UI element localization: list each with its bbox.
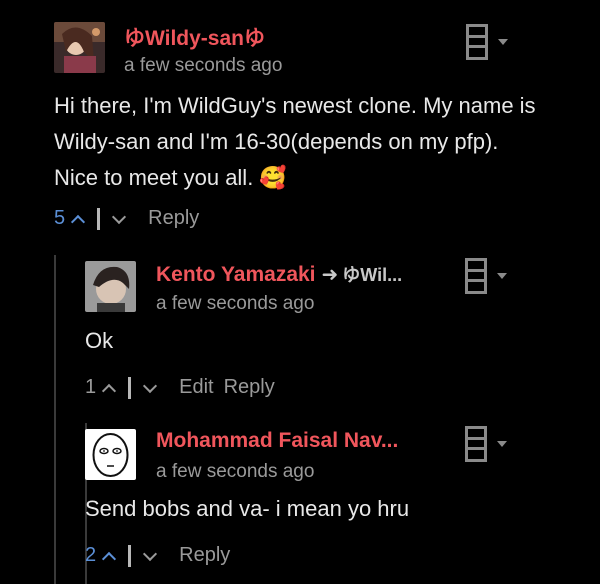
- comment-text: Ok: [85, 328, 114, 353]
- upvote-icon[interactable]: [71, 214, 86, 229]
- comment-timestamp: a few seconds ago: [124, 55, 283, 76]
- upvote-icon[interactable]: [102, 551, 117, 566]
- avatar[interactable]: [85, 429, 136, 480]
- vote-count: 5: [54, 207, 66, 229]
- downvote-icon[interactable]: [112, 209, 127, 224]
- avatar[interactable]: [54, 22, 105, 73]
- reply-target[interactable]: ゆWil...: [342, 265, 402, 285]
- vote-divider: [128, 376, 132, 399]
- reply-arrow-icon: ➜: [321, 264, 339, 286]
- upvote-icon[interactable]: [102, 383, 117, 398]
- vote-count: 2: [85, 544, 97, 566]
- comment-author-name[interactable]: Kento Yamazaki: [156, 263, 316, 286]
- reply-button[interactable]: Reply: [224, 376, 275, 399]
- edit-button[interactable]: Edit: [179, 376, 213, 399]
- comment-menu[interactable]: [466, 24, 508, 60]
- comment-actions: 5 Reply: [54, 207, 199, 230]
- comment-author[interactable]: Mohammad Faisal Nav...: [156, 429, 398, 453]
- comment-actions: 1 Edit Reply: [85, 376, 275, 399]
- comment-timestamp: a few seconds ago: [156, 293, 315, 314]
- comment-menu[interactable]: [465, 258, 507, 294]
- menu-icon: [466, 24, 488, 60]
- comment-actions: 2 Reply: [85, 544, 230, 567]
- menu-icon: [465, 426, 487, 462]
- thread-line: [54, 255, 56, 584]
- vote-count: 1: [85, 376, 97, 398]
- chevron-down-icon: [497, 441, 507, 447]
- reply-button[interactable]: Reply: [179, 544, 230, 567]
- menu-icon: [465, 258, 487, 294]
- comment-menu[interactable]: [465, 426, 507, 462]
- comment-text: Send bobs and va- i mean yo hru: [85, 496, 410, 521]
- vote-divider: [97, 207, 101, 230]
- chevron-down-icon: [498, 39, 508, 45]
- chevron-down-icon: [497, 273, 507, 279]
- vote-divider: [128, 544, 132, 567]
- comment-timestamp: a few seconds ago: [156, 461, 315, 482]
- downvote-icon[interactable]: [143, 378, 158, 393]
- comment-author: Kento Yamazaki ➜ ゆWil...: [156, 261, 402, 287]
- comment-text: Hi there, I'm WildGuy's newest clone. My…: [54, 93, 536, 190]
- comment-author[interactable]: ゆWildy-sanゆ: [124, 22, 265, 52]
- downvote-icon[interactable]: [143, 546, 158, 561]
- reply-button[interactable]: Reply: [148, 207, 199, 230]
- avatar[interactable]: [85, 261, 136, 312]
